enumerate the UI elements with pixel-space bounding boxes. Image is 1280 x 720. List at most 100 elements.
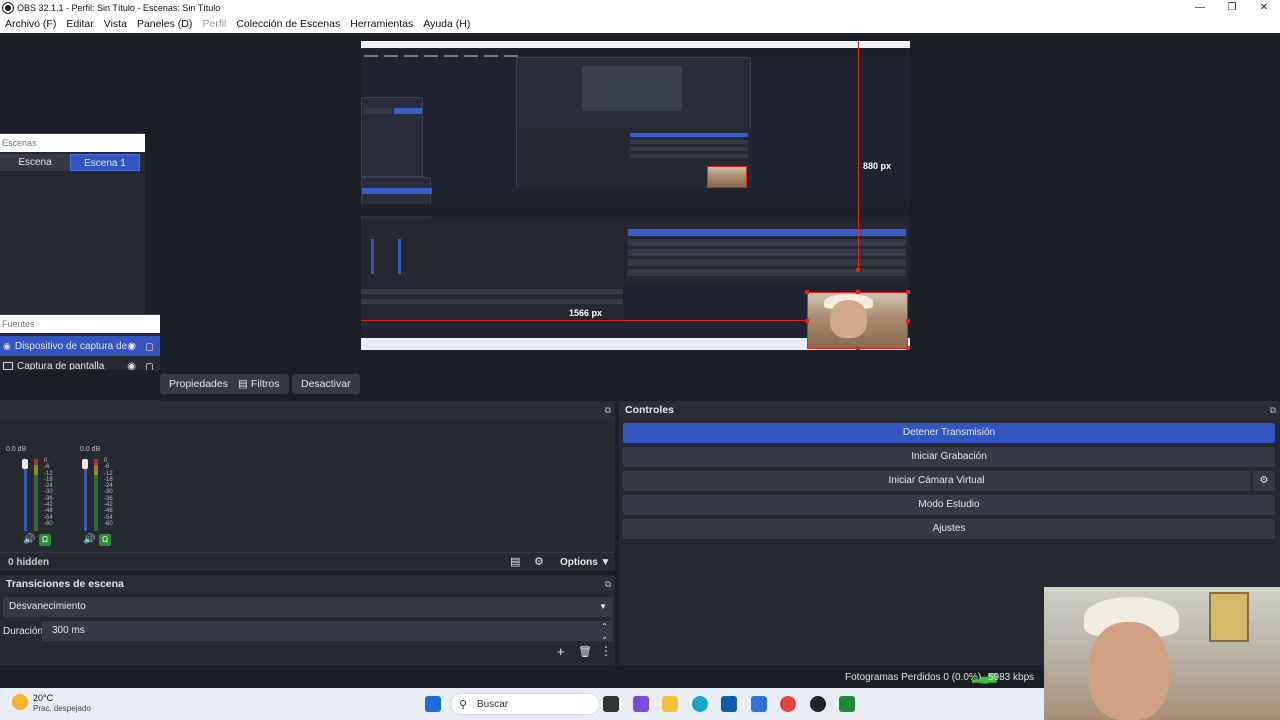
start-recording-button[interactable]: Iniciar Grabación bbox=[623, 447, 1275, 467]
webcam-face bbox=[1089, 622, 1169, 720]
undock-icon[interactable]: ⧉ bbox=[1270, 401, 1276, 419]
virtualcam-config-button[interactable]: ⚙ bbox=[1253, 471, 1275, 491]
trash-icon[interactable]: 🗑 bbox=[578, 645, 592, 658]
menu-view[interactable]: Vista bbox=[99, 18, 132, 30]
scene-item-escena-1[interactable]: Escena 1 bbox=[70, 154, 140, 171]
layout-icon[interactable]: ▤ bbox=[510, 555, 520, 568]
webcam-background-frame bbox=[1209, 592, 1249, 642]
channel-2-db: 0.0 dB bbox=[80, 446, 101, 453]
height-guide-label: 880 px bbox=[863, 161, 892, 171]
vertical-guide bbox=[858, 41, 859, 271]
add-icon[interactable]: + bbox=[557, 644, 565, 659]
deactivate-label: Desactivar bbox=[301, 378, 351, 390]
deactivate-button[interactable]: Desactivar bbox=[292, 374, 360, 394]
lock-icon[interactable] bbox=[146, 343, 153, 351]
undock-icon[interactable]: ⧉ bbox=[605, 401, 611, 419]
search-placeholder: Buscar bbox=[477, 699, 509, 710]
studio-mode-button[interactable]: Modo Estudio bbox=[623, 495, 1275, 515]
resize-handle[interactable] bbox=[805, 290, 809, 294]
webcam-overlay bbox=[1044, 587, 1280, 720]
settings-button[interactable]: Ajustes bbox=[623, 519, 1275, 539]
selected-camera-source[interactable] bbox=[807, 292, 908, 349]
source-item-capture-device[interactable]: ◉ Dispositivo de captura de v ◉ bbox=[0, 336, 160, 356]
obs-taskbar-icon[interactable] bbox=[810, 696, 826, 712]
chrome-icon[interactable] bbox=[780, 696, 796, 712]
chevron-down-icon: ▼ bbox=[599, 602, 607, 611]
scene-item-escena[interactable]: Escena bbox=[0, 154, 70, 171]
more-icon[interactable]: ⋮ bbox=[600, 644, 612, 658]
studio-mode-label: Modo Estudio bbox=[918, 499, 980, 510]
nested-title-bar bbox=[361, 41, 910, 48]
source-label: Dispositivo de captura de v bbox=[14, 340, 135, 352]
monitor-icon bbox=[3, 362, 13, 370]
weather-temp[interactable]: 20°C bbox=[33, 693, 53, 703]
menu-help[interactable]: Ayuda (H) bbox=[418, 18, 475, 30]
channel-1-fader[interactable] bbox=[22, 459, 28, 469]
channel-1-fader-track bbox=[24, 461, 27, 531]
channel-2-fader-track bbox=[84, 461, 87, 531]
terminal-app-icon[interactable] bbox=[839, 696, 855, 712]
menu-profile[interactable]: Perfil bbox=[197, 18, 231, 30]
channel-1-headphones-icon[interactable]: Ω bbox=[39, 534, 51, 546]
edge-browser-icon[interactable] bbox=[692, 696, 708, 712]
windows-start-icon[interactable] bbox=[425, 696, 441, 712]
resize-handle[interactable] bbox=[906, 319, 910, 323]
rotation-handle[interactable] bbox=[856, 268, 860, 272]
resize-handle[interactable] bbox=[805, 319, 809, 323]
store-icon[interactable] bbox=[721, 696, 737, 712]
channel-2-headphones-icon[interactable]: Ω bbox=[99, 534, 111, 546]
duration-value: 300 ms bbox=[52, 625, 85, 636]
transitions-dock: Transiciones de escena ⧉ Desvanecimiento … bbox=[0, 575, 615, 665]
channel-2-fader[interactable] bbox=[82, 459, 88, 469]
weather-sun-icon[interactable] bbox=[12, 694, 28, 710]
context-bar: Propiedades ▤ Filtros Desactivar bbox=[0, 370, 1280, 400]
filters-icon: ▤ bbox=[238, 378, 248, 390]
file-explorer-icon[interactable] bbox=[662, 696, 678, 712]
widgets-app-icon[interactable] bbox=[633, 696, 649, 712]
channel-2-db-scale: 0 -6 -12 -18 -24 -30 -36 -42 -48 -54 -60 bbox=[104, 458, 113, 527]
maximize-icon[interactable]: ❐ bbox=[1216, 0, 1248, 15]
transitions-title: Transiciones de escena ⧉ bbox=[0, 575, 615, 593]
controls-title: Controles ⧉ bbox=[619, 401, 1280, 419]
nested-menu-bar bbox=[361, 48, 910, 57]
minimize-icon[interactable]: — bbox=[1184, 0, 1216, 15]
horizontal-guide bbox=[361, 320, 807, 321]
duration-spinbox[interactable]: 300 ms ⌃ ⌄ bbox=[42, 621, 613, 641]
taskbar-search[interactable]: ⚲ Buscar bbox=[450, 693, 600, 715]
start-virtualcam-button[interactable]: Iniciar Cámara Virtual bbox=[623, 471, 1250, 491]
undock-icon[interactable]: ⧉ bbox=[605, 575, 611, 593]
transition-type-select[interactable]: Desvanecimiento ▼ bbox=[3, 597, 613, 617]
scenes-list: Escena Escena 1 bbox=[0, 152, 145, 171]
nested-obs-preview bbox=[516, 57, 752, 188]
window-title: OBS 32.1.1 - Perfil: Sin Título - Escena… bbox=[17, 2, 221, 13]
menu-tools[interactable]: Herramientas bbox=[345, 18, 418, 30]
menu-docks[interactable]: Paneles (D) bbox=[132, 18, 197, 30]
menu-scene-collection[interactable]: Colección de Escenas bbox=[231, 18, 345, 30]
properties-button[interactable]: Propiedades bbox=[160, 374, 237, 394]
visibility-eye-icon[interactable]: ◉ bbox=[127, 341, 136, 352]
resize-handle[interactable] bbox=[906, 346, 910, 350]
resize-handle[interactable] bbox=[906, 290, 910, 294]
menu-edit[interactable]: Editar bbox=[61, 18, 98, 30]
advanced-audio-gear-icon[interactable]: ⚙ bbox=[534, 555, 544, 568]
channel-1-db-scale: 0 -6 -12 -18 -24 -30 -36 -42 -48 -54 -60 bbox=[44, 458, 53, 527]
resize-handle[interactable] bbox=[856, 347, 860, 350]
channel-2-speaker-icon[interactable]: 🔊 bbox=[83, 534, 95, 545]
filters-button[interactable]: ▤ Filtros bbox=[229, 374, 289, 394]
weather-desc[interactable]: Prac. despejado bbox=[33, 704, 91, 713]
mixer-footer: 0 hidden ▤ ⚙ Options ▼ bbox=[0, 552, 615, 571]
preview-canvas[interactable]: 880 px 1566 px bbox=[361, 41, 910, 350]
resize-handle[interactable] bbox=[856, 290, 860, 294]
channel-1-speaker-icon[interactable]: 🔊 bbox=[23, 534, 35, 545]
properties-label: Propiedades bbox=[169, 378, 228, 390]
menu-file[interactable]: Archivo (F) bbox=[0, 18, 61, 30]
close-icon[interactable]: ✕ bbox=[1248, 0, 1280, 15]
channel-1-db: 0.0 dB bbox=[6, 446, 27, 453]
outlook-icon[interactable] bbox=[751, 696, 767, 712]
options-label: Options bbox=[560, 557, 598, 568]
task-view-icon[interactable] bbox=[603, 696, 619, 712]
nested-scenes-panel bbox=[361, 97, 423, 177]
start-recording-label: Iniciar Grabación bbox=[911, 451, 987, 462]
stop-stream-button[interactable]: Detener Transmisión bbox=[623, 423, 1275, 443]
options-button[interactable]: Options ▼ bbox=[560, 557, 610, 568]
